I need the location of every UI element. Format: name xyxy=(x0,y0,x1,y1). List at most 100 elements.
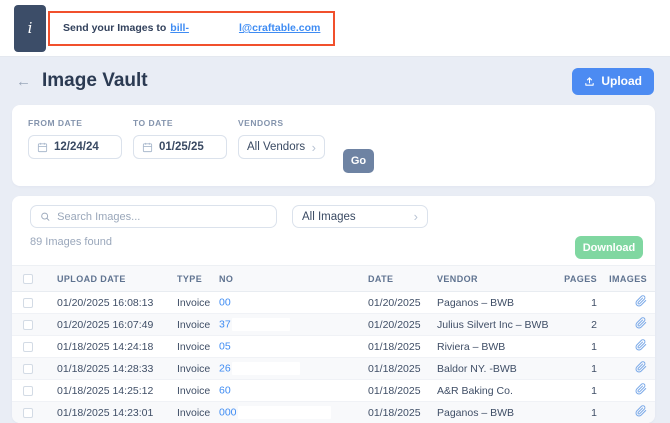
cell-upload-date: 01/18/2025 14:23:01 xyxy=(45,402,165,423)
cell-type: Invoice xyxy=(165,402,215,423)
table-row: 01/20/2025 16:08:13 Invoice 00 01/20/202… xyxy=(12,292,655,314)
redaction-box xyxy=(232,384,325,397)
search-icon xyxy=(40,211,50,222)
email-prefix-link[interactable]: bill- xyxy=(170,22,189,34)
upload-button-label: Upload xyxy=(601,74,642,88)
redaction-box xyxy=(238,406,331,419)
from-date-input[interactable] xyxy=(54,141,113,153)
row-checkbox[interactable] xyxy=(23,364,33,374)
from-date-group: From Date xyxy=(28,118,122,173)
upload-icon xyxy=(584,76,595,87)
search-row: All Images › xyxy=(12,205,655,228)
download-button[interactable]: Download xyxy=(575,236,643,259)
col-header-vendor[interactable]: Vendor xyxy=(422,266,555,292)
table-header-row: Upload Date Type No Date Vendor Pages Im… xyxy=(12,266,655,292)
email-annotation-highlight: Send your Images to bill- l@craftable.co… xyxy=(48,11,335,46)
cell-type: Invoice xyxy=(165,358,215,380)
invoice-number-link[interactable]: 000 xyxy=(219,406,237,418)
cell-pages: 1 xyxy=(555,402,600,423)
row-checkbox[interactable] xyxy=(23,408,33,418)
cell-upload-date: 01/18/2025 14:28:33 xyxy=(45,358,165,380)
cell-date: 01/18/2025 xyxy=(360,402,422,423)
cell-type: Invoice xyxy=(165,292,215,314)
images-table: Upload Date Type No Date Vendor Pages Im… xyxy=(12,265,655,423)
upload-button[interactable]: Upload xyxy=(572,68,654,95)
col-header-pages[interactable]: Pages xyxy=(555,266,600,292)
table-row: 01/18/2025 14:24:18 Invoice 05 01/18/202… xyxy=(12,336,655,358)
cell-upload-date: 01/18/2025 14:24:18 xyxy=(45,336,165,358)
search-field[interactable] xyxy=(30,205,277,228)
col-header-type[interactable]: Type xyxy=(165,266,215,292)
to-date-field[interactable] xyxy=(133,135,227,159)
images-filter-value: All Images xyxy=(302,211,356,223)
cell-date: 01/18/2025 xyxy=(360,336,422,358)
cell-vendor: Paganos – BWB xyxy=(422,402,555,423)
invoice-number-link[interactable]: 05 xyxy=(219,340,231,352)
row-checkbox[interactable] xyxy=(23,320,33,330)
redaction-box xyxy=(232,362,300,375)
cell-vendor: Riviera – BWB xyxy=(422,336,555,358)
vendors-dropdown[interactable]: All Vendors › xyxy=(238,135,325,159)
row-checkbox[interactable] xyxy=(23,298,33,308)
images-filter-dropdown[interactable]: All Images › xyxy=(292,205,428,228)
to-date-label: To Date xyxy=(133,118,227,128)
paperclip-icon[interactable] xyxy=(635,339,647,354)
calendar-icon xyxy=(142,142,153,153)
email-suffix-link[interactable]: l@craftable.com xyxy=(239,22,320,34)
cell-vendor: Julius Silvert Inc – BWB xyxy=(422,314,555,336)
cell-pages: 1 xyxy=(555,292,600,314)
redaction-box xyxy=(232,318,290,331)
page-title: Image Vault xyxy=(42,70,148,92)
cell-upload-date: 01/20/2025 16:07:49 xyxy=(45,314,165,336)
col-header-images[interactable]: Images xyxy=(600,266,655,292)
col-header-no[interactable]: No xyxy=(215,266,360,292)
redaction-box xyxy=(232,340,325,353)
vendors-group: Vendors All Vendors › xyxy=(238,118,325,173)
cell-upload-date: 01/18/2025 14:25:12 xyxy=(45,380,165,402)
cell-type: Invoice xyxy=(165,336,215,358)
info-banner: i Send your Images to bill- l@craftable.… xyxy=(0,0,670,57)
image-vault-page: i Send your Images to bill- l@craftable.… xyxy=(0,0,670,423)
vendors-label: Vendors xyxy=(238,118,325,128)
banner-message: Send your Images to xyxy=(63,22,166,34)
cell-pages: 1 xyxy=(555,358,600,380)
invoice-number-link[interactable]: 26 xyxy=(219,362,231,374)
cell-date: 01/20/2025 xyxy=(360,292,422,314)
table-row: 01/20/2025 16:07:49 Invoice 37 01/20/202… xyxy=(12,314,655,336)
cell-pages: 2 xyxy=(555,314,600,336)
chevron-right-icon: › xyxy=(312,141,316,154)
col-header-date[interactable]: Date xyxy=(360,266,422,292)
go-button[interactable]: Go xyxy=(343,149,374,173)
paperclip-icon[interactable] xyxy=(635,383,647,398)
to-date-input[interactable] xyxy=(159,141,218,153)
email-redaction xyxy=(189,22,239,34)
cell-pages: 1 xyxy=(555,380,600,402)
info-icon: i xyxy=(14,5,46,52)
to-date-group: To Date xyxy=(133,118,227,173)
table-row: 01/18/2025 14:28:33 Invoice 26 01/18/202… xyxy=(12,358,655,380)
vendors-dropdown-value: All Vendors xyxy=(247,141,305,153)
cell-vendor: Baldor NY. -BWB xyxy=(422,358,555,380)
cell-pages: 1 xyxy=(555,336,600,358)
cell-type: Invoice xyxy=(165,380,215,402)
row-checkbox[interactable] xyxy=(23,386,33,396)
cell-upload-date: 01/20/2025 16:08:13 xyxy=(45,292,165,314)
col-header-upload-date[interactable]: Upload Date xyxy=(45,266,165,292)
cell-type: Invoice xyxy=(165,314,215,336)
from-date-label: From Date xyxy=(28,118,122,128)
from-date-field[interactable] xyxy=(28,135,122,159)
invoice-number-link[interactable]: 00 xyxy=(219,296,231,308)
invoice-number-link[interactable]: 37 xyxy=(219,318,231,330)
back-arrow-icon[interactable]: ← xyxy=(16,73,31,90)
paperclip-icon[interactable] xyxy=(635,295,647,310)
paperclip-icon[interactable] xyxy=(635,317,647,332)
row-checkbox[interactable] xyxy=(23,342,33,352)
select-all-checkbox[interactable] xyxy=(23,274,33,284)
table-row: 01/18/2025 14:25:12 Invoice 60 01/18/202… xyxy=(12,380,655,402)
invoice-number-link[interactable]: 60 xyxy=(219,384,231,396)
page-header: ← Image Vault Upload xyxy=(0,57,670,105)
cell-vendor: A&R Baking Co. xyxy=(422,380,555,402)
paperclip-icon[interactable] xyxy=(635,361,647,376)
paperclip-icon[interactable] xyxy=(635,405,647,420)
search-input[interactable] xyxy=(57,211,267,223)
